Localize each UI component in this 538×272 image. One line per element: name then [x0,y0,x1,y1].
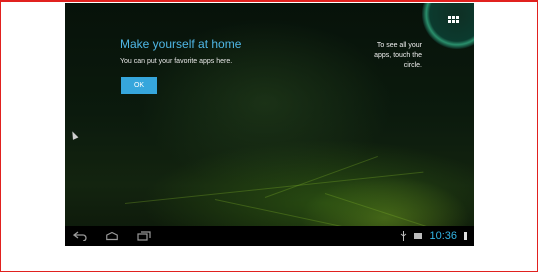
all-apps-grid-icon[interactable] [440,7,466,31]
status-area[interactable]: 10:36 [400,229,468,243]
recent-apps-icon[interactable] [137,230,151,242]
back-icon[interactable] [73,230,87,242]
home-icon[interactable] [105,230,119,242]
launcher-hint: To see all your apps, touch the circle. [374,41,422,71]
wallpaper-leaf-vein [124,171,424,204]
tooltip-body: You can put your favorite apps here. [120,58,233,65]
clock: 10:36 [429,230,457,242]
usb-icon [400,231,407,241]
launcher-hint-line: apps, touch the [374,52,422,59]
sd-card-icon [413,232,423,240]
battery-icon [463,231,468,241]
android-home-screen: Make yourself at home You can put your f… [65,3,474,246]
wallpaper-leaf-vein [214,199,353,230]
tooltip-title: Make yourself at home [120,37,242,51]
system-navigation-bar: 10:36 [65,226,474,246]
wallpaper-leaf-vein [324,193,430,228]
mouse-pointer-icon [69,130,79,140]
launcher-hint-line: To see all your [376,42,422,49]
ok-button[interactable]: OK [121,77,157,94]
launcher-hint-line: circle. [403,62,422,69]
wallpaper-leaf-vein [264,155,378,198]
